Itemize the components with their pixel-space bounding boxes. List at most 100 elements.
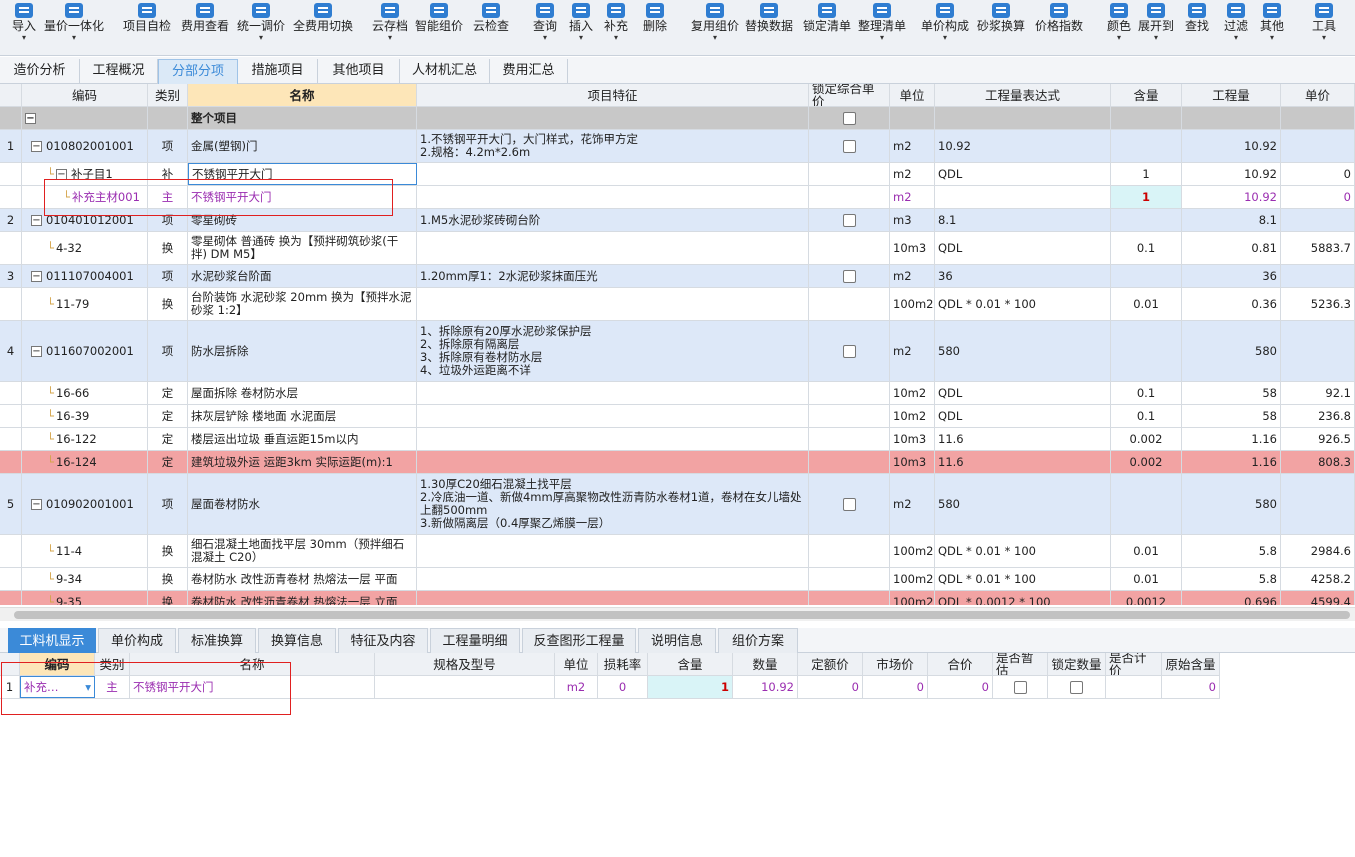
feature-cell[interactable] — [417, 232, 809, 264]
collapse-icon[interactable]: − — [25, 112, 36, 124]
content-cell[interactable]: 0.002 — [1111, 451, 1182, 473]
lock-quantity-cell[interactable] — [1048, 676, 1106, 698]
table-row[interactable]: └ 4-32 换零星砌体 普通砖 换为【预拌砌筑砂浆(干拌) DM M5】 10m3 Q… — [0, 232, 1355, 265]
feature-cell[interactable] — [417, 535, 809, 567]
expression-cell[interactable]: 11.6 — [935, 428, 1111, 450]
lower-tab-8[interactable]: 组价方案 — [718, 628, 798, 653]
toolbar-button-4[interactable]: 统一调价 ▾ — [235, 0, 287, 56]
name-cell[interactable]: 不锈钢平开大门 — [188, 163, 417, 185]
collapse-icon[interactable]: − — [31, 498, 42, 510]
content-cell[interactable]: 0.1 — [1111, 405, 1182, 427]
toolbar-button-16[interactable]: 整理清单 ▾ — [856, 0, 908, 56]
whole-project-row[interactable]: − 整个项目 — [0, 107, 1355, 130]
expression-cell[interactable]: QDL — [935, 232, 1111, 264]
content-cell[interactable]: 0.002 — [1111, 428, 1182, 450]
content-cell[interactable]: 0.1 — [1111, 382, 1182, 404]
lock-cell[interactable] — [809, 405, 890, 427]
name-cell[interactable]: 卷材防水 改性沥青卷材 热熔法一层 立面 — [188, 591, 417, 605]
lower-column-header-1[interactable]: 类别 — [95, 653, 130, 675]
name-cell[interactable]: 不锈钢平开大门 — [130, 676, 375, 698]
tab-0[interactable]: 造价分析 — [0, 59, 80, 84]
lower-column-header-10[interactable]: 合价 — [928, 653, 993, 675]
toolbar-button-15[interactable]: 锁定清单 — [801, 0, 853, 56]
lower-tab-4[interactable]: 特征及内容 — [338, 628, 428, 653]
name-cell[interactable]: 屋面卷材防水 — [188, 474, 417, 534]
column-header-4[interactable]: 锁定综合单价 — [809, 84, 890, 106]
lock-cell[interactable] — [809, 321, 890, 381]
toolbar-button-14[interactable]: 替换数据 — [743, 0, 795, 56]
code-cell[interactable]: └ − 补子目1 — [22, 163, 148, 185]
lower-tab-2[interactable]: 标准换算 — [178, 628, 256, 653]
feature-cell[interactable] — [417, 288, 809, 320]
feature-cell[interactable] — [417, 568, 809, 590]
expression-cell[interactable]: QDL * 0.01 * 100 — [935, 568, 1111, 590]
toolbar-button-20[interactable]: 颜色 ▾ — [1103, 0, 1135, 56]
code-cell[interactable]: └ 4-32 — [22, 232, 148, 264]
lock-checkbox[interactable] — [842, 497, 856, 511]
expression-cell[interactable]: 8.1 — [935, 209, 1111, 231]
table-row[interactable]: └ 补充主材001 主不锈钢平开大门 m2 1 10.92 0 — [0, 186, 1355, 209]
lock-cell[interactable] — [809, 474, 890, 534]
table-row[interactable]: 5−010902001001 项屋面卷材防水 1.30厚C20细石混凝土找平层 2.… — [0, 474, 1355, 535]
lower-column-header-6[interactable]: 含量 — [648, 653, 733, 675]
lower-column-header-9[interactable]: 市场价 — [863, 653, 928, 675]
quota-price-cell[interactable]: 0 — [798, 676, 863, 698]
content-cell[interactable]: 1 — [1111, 163, 1182, 185]
table-row[interactable]: └ 16-124 定建筑垃圾外运 运距3km 实际运距(m):1 10m3 11.6 0.… — [0, 451, 1355, 474]
code-cell[interactable]: └ 16-122 — [22, 428, 148, 450]
lock-cell[interactable] — [809, 591, 890, 605]
toolbar-button-2[interactable]: 项目自检 — [122, 0, 172, 56]
toolbar-button-24[interactable]: 其他 ▾ — [1256, 0, 1288, 56]
tab-1[interactable]: 工程概况 — [80, 59, 158, 84]
lock-cell[interactable] — [809, 163, 890, 185]
name-cell[interactable]: 建筑垃圾外运 运距3km 实际运距(m):1 — [188, 451, 417, 473]
table-row[interactable]: └ 16-122 定楼层运出垃圾 垂直运距15m以内 10m3 11.6 0.002 1.1… — [0, 428, 1355, 451]
lower-column-header-4[interactable]: 单位 — [555, 653, 598, 675]
expression-cell[interactable] — [935, 186, 1111, 208]
name-cell[interactable]: 金属(塑钢)门 — [188, 130, 417, 162]
lower-column-header-13[interactable]: 是否计价 — [1106, 653, 1162, 675]
content-cell[interactable] — [1111, 130, 1182, 162]
content-cell[interactable]: 0.01 — [1111, 535, 1182, 567]
code-cell[interactable]: −010802001001 — [22, 130, 148, 162]
lock-cell[interactable] — [809, 130, 890, 162]
lower-column-header-0[interactable]: 编码 — [20, 653, 95, 675]
lock-cell[interactable] — [809, 568, 890, 590]
column-header-8[interactable]: 工程量 — [1182, 84, 1281, 106]
collapse-icon[interactable]: − — [31, 345, 42, 357]
toolbar-button-0[interactable]: 导入 ▾ — [6, 0, 42, 56]
expression-cell[interactable]: 10.92 — [935, 130, 1111, 162]
content-cell[interactable] — [1111, 474, 1182, 534]
lower-column-header-12[interactable]: 锁定数量 — [1048, 653, 1106, 675]
toolbar-button-13[interactable]: 复用组价 ▾ — [689, 0, 741, 56]
feature-cell[interactable] — [417, 186, 809, 208]
lower-column-header-8[interactable]: 定额价 — [798, 653, 863, 675]
horizontal-scrollbar[interactable] — [0, 607, 1355, 621]
lock-cell[interactable] — [809, 265, 890, 287]
lower-column-header-5[interactable]: 损耗率 — [598, 653, 648, 675]
content-cell[interactable] — [1111, 265, 1182, 287]
expression-cell[interactable]: 36 — [935, 265, 1111, 287]
toolbar-button-6[interactable]: 云存档 ▾ — [370, 0, 410, 56]
toolbar-button-18[interactable]: 砂浆换算 — [975, 0, 1027, 56]
market-price-cell[interactable]: 0 — [863, 676, 928, 698]
lower-column-header-2[interactable]: 名称 — [130, 653, 375, 675]
lock-checkbox[interactable] — [842, 269, 856, 283]
column-header-2[interactable]: 名称 — [188, 84, 417, 106]
name-cell[interactable]: 楼层运出垃圾 垂直运距15m以内 — [188, 428, 417, 450]
feature-cell[interactable]: 1.不锈钢平开大门，大门样式，花饰甲方定 2.规格：4.2m*2.6m — [417, 130, 809, 162]
collapse-icon[interactable]: − — [55, 168, 67, 180]
collapse-icon[interactable]: − — [31, 140, 42, 152]
lower-column-header-11[interactable]: 是否暂估 — [993, 653, 1048, 675]
lower-tab-1[interactable]: 单价构成 — [98, 628, 176, 653]
code-cell[interactable]: −010902001001 — [22, 474, 148, 534]
feature-cell[interactable] — [417, 428, 809, 450]
toolbar-button-1[interactable]: 量价一体化 ▾ — [42, 0, 106, 56]
lower-table-row[interactable]: 1 补充… ▾ 主不锈钢平开大门 m2 0 1 10.92 0 0 0 0 — [0, 676, 1220, 699]
feature-cell[interactable]: 1.30厚C20细石混凝土找平层 2.冷底油一道、新做4mm厚高聚物改性沥青防水… — [417, 474, 809, 534]
column-header-5[interactable]: 单位 — [890, 84, 935, 106]
toolbar-button-7[interactable]: 智能组价 — [413, 0, 465, 56]
code-cell[interactable]: −011107004001 — [22, 265, 148, 287]
collapse-icon[interactable]: − — [31, 270, 42, 282]
column-header-6[interactable]: 工程量表达式 — [935, 84, 1111, 106]
